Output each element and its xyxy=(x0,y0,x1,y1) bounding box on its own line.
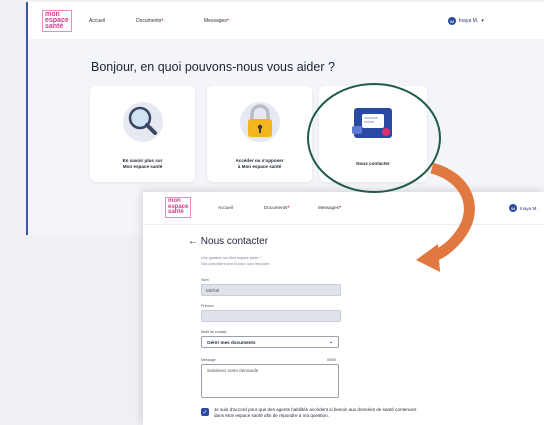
arrow-head-icon xyxy=(416,244,440,272)
highlight-circle xyxy=(307,83,441,193)
curved-arrow-body xyxy=(426,162,475,264)
annotation-overlay xyxy=(307,83,475,272)
